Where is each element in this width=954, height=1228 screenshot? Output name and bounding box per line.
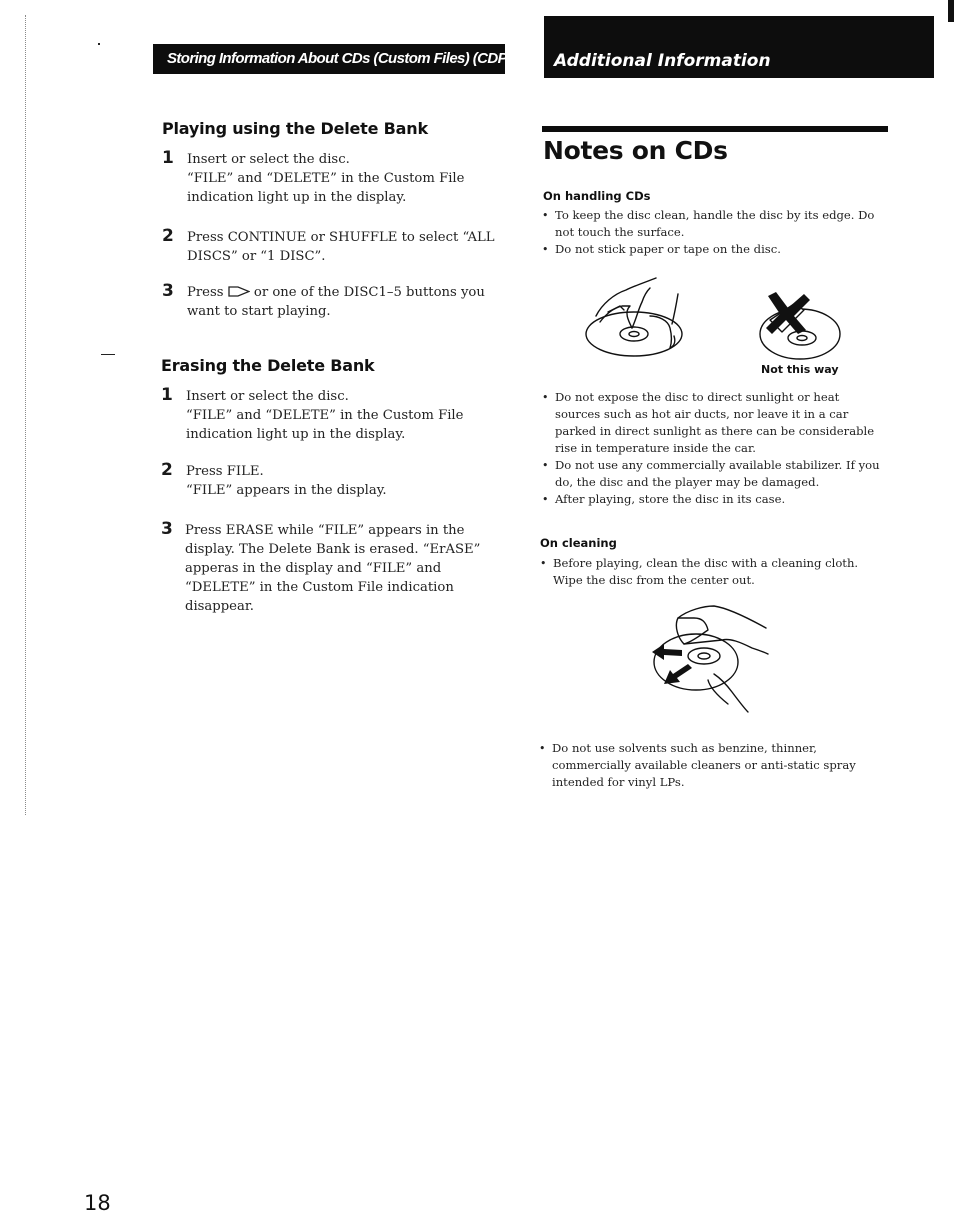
- cleaning-bullet-list-bottom: • Do not use solvents such as benzine, th…: [537, 740, 887, 791]
- bullet-text: To keep the disc clean, handle the disc …: [555, 208, 875, 239]
- handling-bullet-list-bottom: • Do not expose the disc to direct sunlig…: [540, 389, 888, 508]
- bullet-icon: •: [539, 742, 546, 755]
- bullet-text: Do not use solvents such as benzine, thi…: [552, 741, 856, 789]
- bullet-item: • Before playing, clean the disc with a c…: [538, 555, 883, 589]
- bullet-text: Before playing, clean the disc with a cl…: [553, 556, 859, 587]
- step-text: Insert or select the disc. “FILE” and “D…: [187, 152, 465, 205]
- bullet-text: Do not expose the disc to direct sunligh…: [555, 390, 875, 455]
- bullet-icon: •: [542, 209, 549, 222]
- arrow-down-left-icon: [664, 664, 692, 684]
- bullet-item: • Do not expose the disc to direct sunlig…: [540, 389, 888, 457]
- cleaning-bullet-list-top: • Before playing, clean the disc with a c…: [538, 555, 883, 589]
- page-title: Notes on CDs: [543, 136, 728, 165]
- handling-bullet-list-top: • To keep the disc clean, handle the disc…: [540, 207, 885, 258]
- subsection-title-cleaning: On cleaning: [540, 536, 617, 550]
- section-header-right: Additional Information: [544, 16, 934, 78]
- bullet-icon: •: [542, 391, 549, 404]
- figure-caption: Not this way: [761, 363, 839, 376]
- arrow-left-icon: [652, 644, 682, 660]
- bullet-text: Do not stick paper or tape on the disc.: [555, 242, 781, 256]
- bullet-icon: •: [542, 459, 549, 472]
- step-text: Press ERASE while “FILE” appears in the …: [185, 523, 481, 614]
- title-rule: [542, 126, 888, 132]
- bullet-item: • Do not stick paper or tape on the disc.: [540, 241, 885, 258]
- bullet-icon: •: [542, 243, 549, 256]
- cross-mark-icon: [766, 292, 810, 334]
- binding-margin-line: [25, 15, 27, 815]
- bullet-icon: •: [542, 493, 549, 506]
- bullet-text: Do not use any commercially available st…: [555, 458, 880, 489]
- bullet-item: • After playing, store the disc in its ca…: [540, 491, 888, 508]
- section-header-right-text: Additional Information: [554, 51, 771, 71]
- step-number: 2: [161, 460, 173, 480]
- disc-hub: [787, 330, 817, 346]
- disc-hub: [619, 326, 649, 342]
- step-number: 2: [162, 226, 174, 246]
- disc-tape-wrong-illustration: [759, 292, 841, 360]
- step-number: 3: [162, 281, 174, 301]
- section-header-left-text: Storing Information About CDs (Custom Fi…: [167, 50, 505, 67]
- bullet-text: After playing, store the disc in its cas…: [555, 492, 786, 506]
- page-edge-tab: [948, 0, 954, 22]
- scan-speck: [98, 43, 100, 45]
- step-text: Insert or select the disc. “FILE” and “D…: [186, 389, 464, 442]
- step-text: Press or one of the DISC1–5 buttons you …: [187, 283, 507, 321]
- section-title-playing-delete-bank: Playing using the Delete Bank: [162, 119, 428, 138]
- step-text: Press FILE. “FILE” appears in the displa…: [186, 464, 387, 498]
- bullet-icon: •: [540, 557, 547, 570]
- step-text: Press CONTINUE or SHUFFLE to select “ALL…: [187, 230, 495, 264]
- play-icon: [228, 286, 250, 297]
- scan-speck: [101, 354, 115, 355]
- bullet-item: • Do not use any commercially available s…: [540, 457, 888, 491]
- step-number: 3: [161, 519, 173, 539]
- page-number: 18: [84, 1191, 111, 1215]
- disc-cleaning-illustration: [652, 605, 769, 713]
- step-text-before: Press: [187, 285, 228, 300]
- step-number: 1: [161, 385, 173, 405]
- disc-outline: [585, 311, 683, 357]
- disc-hub: [687, 647, 721, 665]
- disc-handling-correct-illustration: [585, 277, 683, 357]
- bullet-item: • Do not use solvents such as benzine, th…: [537, 740, 887, 791]
- section-header-left: Storing Information About CDs (Custom Fi…: [153, 44, 505, 74]
- step-number: 1: [162, 148, 174, 168]
- section-title-erasing-delete-bank: Erasing the Delete Bank: [161, 356, 375, 375]
- subsection-title-handling: On handling CDs: [543, 189, 651, 203]
- bullet-item: • To keep the disc clean, handle the disc…: [540, 207, 885, 241]
